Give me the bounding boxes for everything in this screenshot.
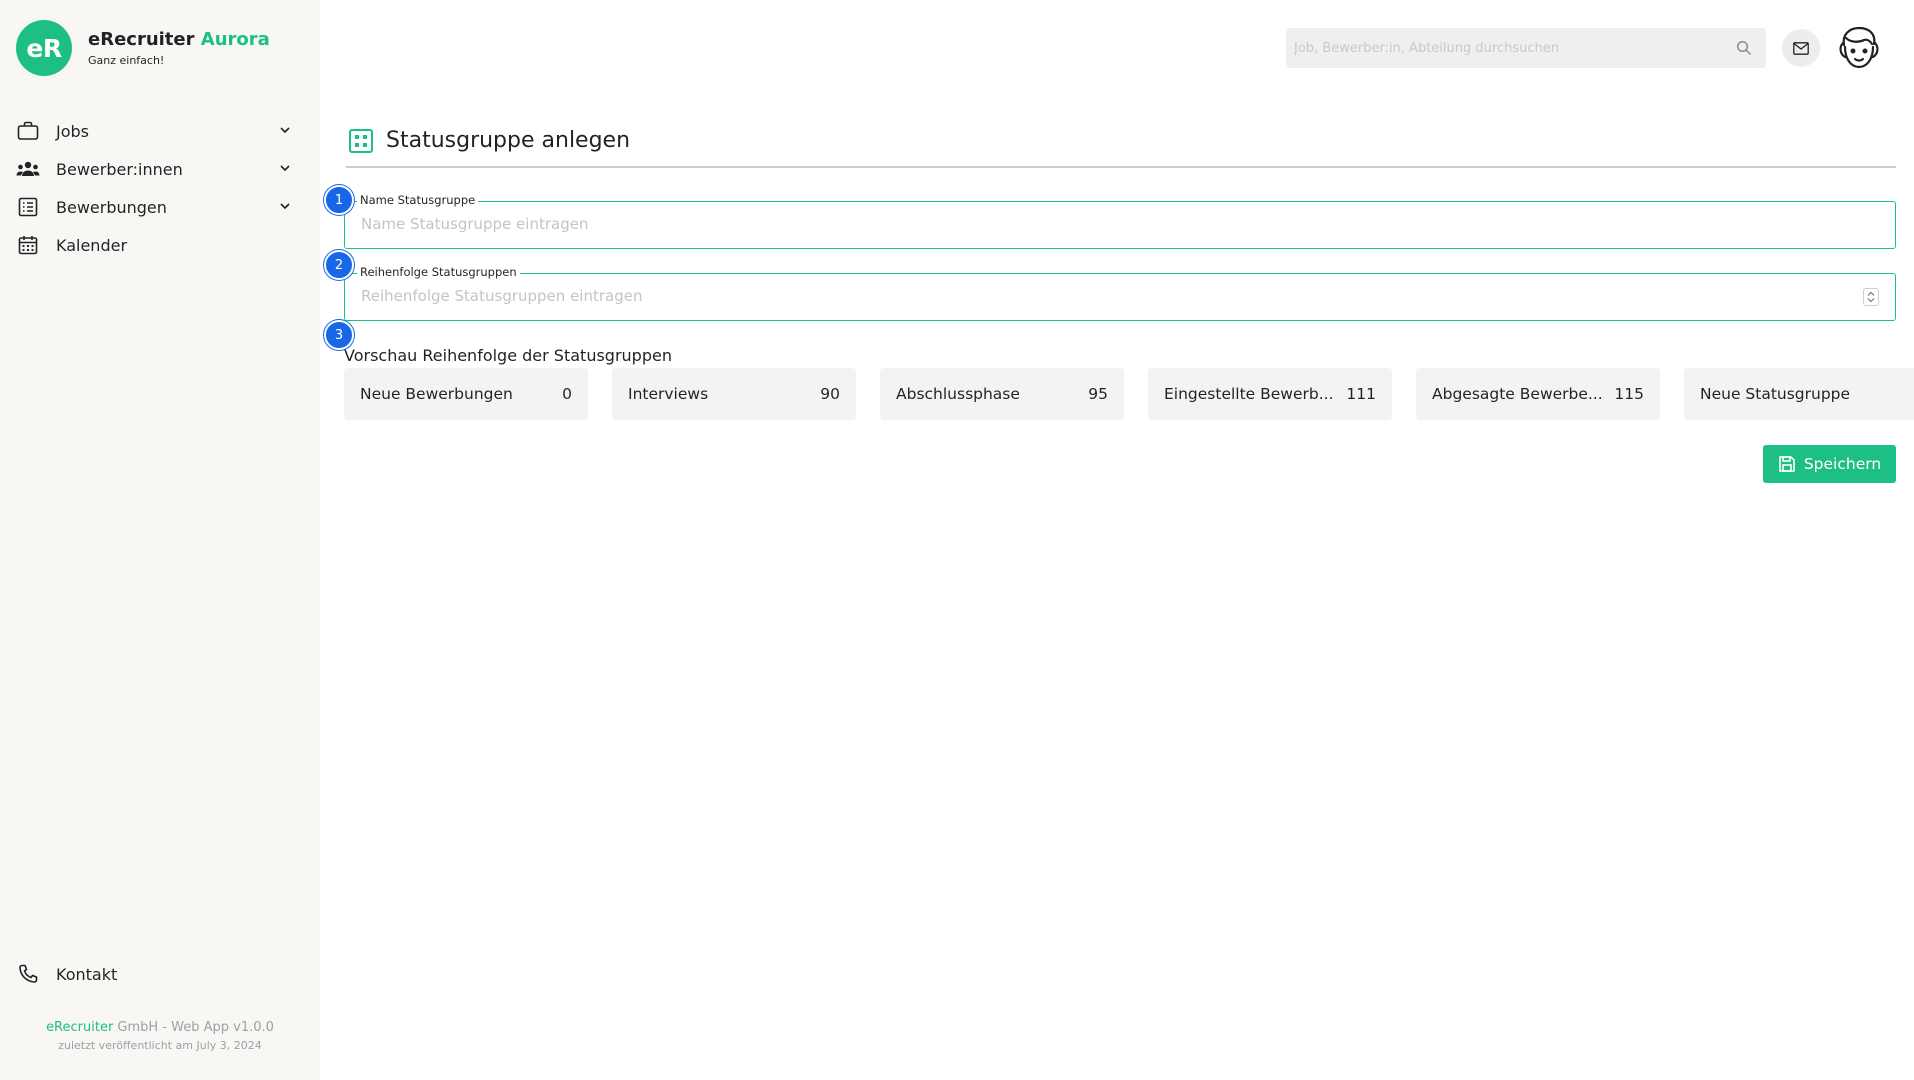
sidebar-item-label: Bewerber:innen xyxy=(56,159,183,179)
status-group-chip-new: Neue Statusgruppe xyxy=(1684,368,1914,420)
status-group-chip: Abgesagte Bewerbe... 115 xyxy=(1416,368,1660,420)
chip-order: 111 xyxy=(1346,385,1376,403)
footer-published: zuletzt veröffentlicht am July 3, 2024 xyxy=(58,1039,262,1052)
name-statusgruppe-input[interactable] xyxy=(345,202,1845,246)
chip-order: 90 xyxy=(820,385,840,403)
chevron-down-icon[interactable] xyxy=(278,123,292,137)
sidebar-footer: eRecruiter GmbH - Web App v1.0.0 zuletzt… xyxy=(0,1020,320,1052)
status-group-chip: Neue Bewerbungen 0 xyxy=(344,368,588,420)
calendar-icon xyxy=(16,233,40,257)
search-input[interactable] xyxy=(1286,28,1716,68)
save-button[interactable]: Speichern xyxy=(1763,445,1896,483)
chevron-down-icon[interactable] xyxy=(278,199,292,213)
sidebar-item-kalender[interactable]: Kalender xyxy=(0,226,320,264)
sidebar-item-label: Jobs xyxy=(56,121,89,141)
stepper-arrows-icon xyxy=(1867,291,1875,303)
contact-label: Kontakt xyxy=(56,964,118,984)
chip-name: Interviews xyxy=(628,385,709,403)
sidebar-item-bewerbungen[interactable]: Bewerbungen xyxy=(0,188,320,226)
step-badge-1: 1 xyxy=(324,185,354,215)
chip-order: 115 xyxy=(1614,385,1644,403)
global-search[interactable] xyxy=(1286,28,1766,68)
chip-order: 0 xyxy=(562,385,572,403)
reihenfolge-input[interactable] xyxy=(345,274,1845,318)
footer-version-text: GmbH - Web App v1.0.0 xyxy=(113,1020,274,1035)
brand-name-main: eRecruiter xyxy=(88,29,195,50)
sidebar: eR eRecruiter Aurora Ganz einfach! Jobs … xyxy=(0,0,320,1080)
step-badge-2: 2 xyxy=(324,250,354,280)
phone-icon xyxy=(16,962,40,986)
number-stepper[interactable] xyxy=(1863,288,1879,306)
preview-label: Vorschau Reihenfolge der Statusgruppen xyxy=(344,346,672,365)
briefcase-icon xyxy=(16,119,40,143)
brand-name: eRecruiter Aurora xyxy=(88,29,270,50)
people-icon xyxy=(16,157,40,181)
sidebar-item-bewerber[interactable]: Bewerber:innen xyxy=(0,150,320,188)
grid-icon xyxy=(349,129,373,153)
mail-button[interactable] xyxy=(1782,29,1820,67)
brand[interactable]: eR eRecruiter Aurora Ganz einfach! xyxy=(16,20,270,76)
status-group-chip: Eingestellte Bewerb... 111 xyxy=(1148,368,1392,420)
brand-logo: eR xyxy=(16,20,72,76)
chip-order: 95 xyxy=(1088,385,1108,403)
footer-version: eRecruiter GmbH - Web App v1.0.0 xyxy=(0,1020,320,1035)
chip-name: Abgesagte Bewerbe... xyxy=(1432,385,1603,403)
field-label: Reihenfolge Statusgruppen xyxy=(357,265,520,279)
sidebar-item-jobs[interactable]: Jobs xyxy=(0,112,320,150)
mail-icon xyxy=(1793,41,1809,55)
status-group-chip: Interviews 90 xyxy=(612,368,856,420)
brand-tagline: Ganz einfach! xyxy=(88,54,165,67)
status-group-preview: Neue Bewerbungen 0 Interviews 90 Abschlu… xyxy=(344,368,1914,420)
page-header: Statusgruppe anlegen xyxy=(346,128,1896,168)
save-label: Speichern xyxy=(1803,455,1882,473)
status-group-chip: Abschlussphase 95 xyxy=(880,368,1124,420)
sidebar-item-label: Bewerbungen xyxy=(56,197,167,217)
reihenfolge-field[interactable]: Reihenfolge Statusgruppen xyxy=(344,265,1896,321)
search-icon[interactable] xyxy=(1736,40,1752,56)
brand-name-accent: Aurora xyxy=(200,29,270,50)
footer-company-link[interactable]: eRecruiter xyxy=(46,1020,113,1035)
chevron-down-icon[interactable] xyxy=(278,161,292,175)
name-statusgruppe-field[interactable]: Name Statusgruppe xyxy=(344,193,1896,249)
chip-name: Neue Statusgruppe xyxy=(1700,385,1851,403)
sidebar-item-kontakt[interactable]: Kontakt xyxy=(16,962,117,986)
chip-name: Eingestellte Bewerb... xyxy=(1164,385,1334,403)
chip-name: Neue Bewerbungen xyxy=(360,385,513,403)
chip-name: Abschlussphase xyxy=(896,385,1020,403)
page-title: Statusgruppe anlegen xyxy=(386,128,631,153)
list-document-icon xyxy=(16,195,40,219)
avatar-face-icon[interactable] xyxy=(1834,23,1884,73)
brand-text: eRecruiter Aurora Ganz einfach! xyxy=(88,29,270,67)
sidebar-nav: Jobs Bewerber:innen Bewerbungen Kalender xyxy=(0,112,320,264)
floppy-disk-icon xyxy=(1779,456,1795,472)
sidebar-item-label: Kalender xyxy=(56,235,128,255)
field-label: Name Statusgruppe xyxy=(357,193,479,207)
